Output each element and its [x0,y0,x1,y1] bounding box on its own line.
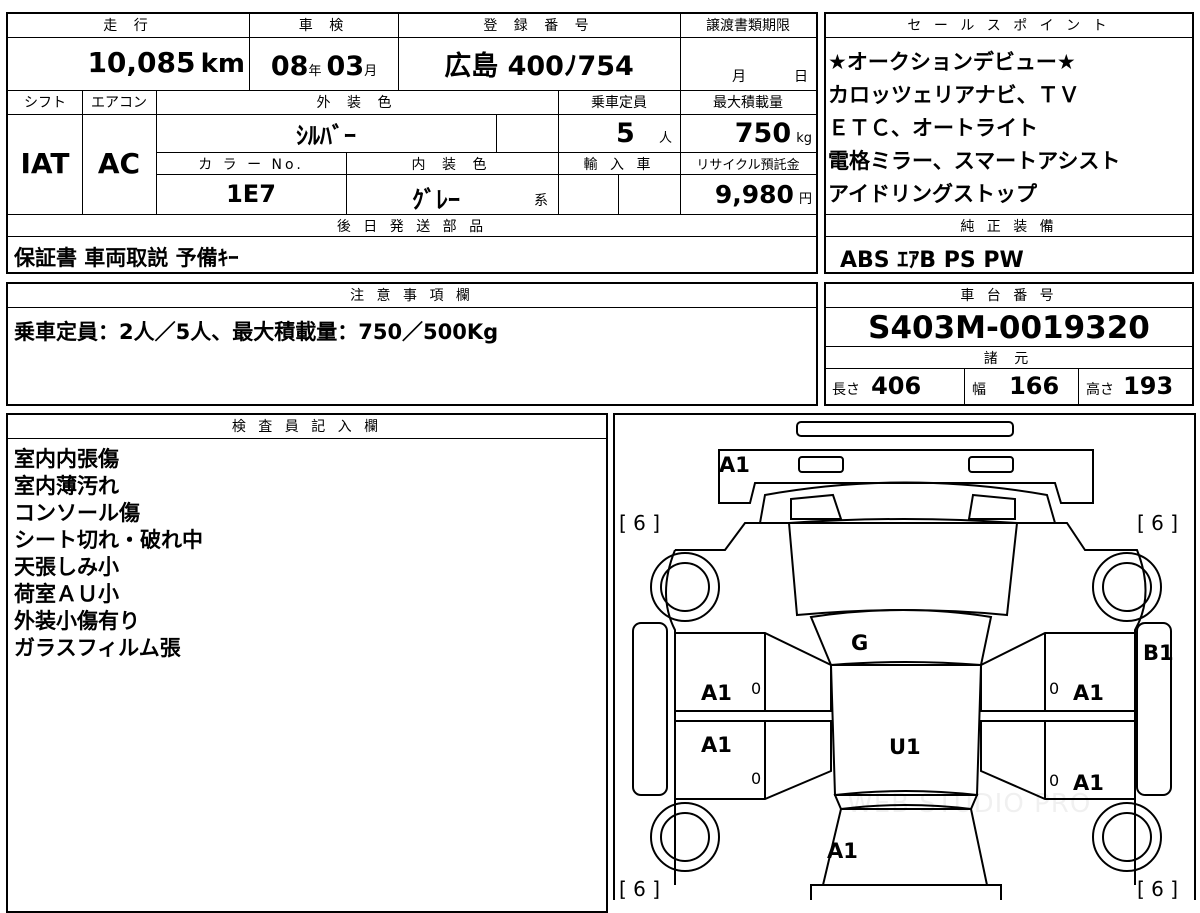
sales-point-line: ★オークションデビュー★ [828,50,1076,74]
right-side-damage: B1 [1143,641,1174,665]
sales-points-block: セ ー ル ス ポ イ ン ト ★オークションデビュー★ カロッツェリアナビ、Ｔ… [824,12,1194,274]
max-load-value: 750 [734,118,792,149]
color-no-value: 1E7 [226,180,276,208]
inspector-note: 天張しみ小 [14,555,119,579]
watermark: WEB STUDIO PRO [847,789,1092,819]
inspector-note: コンソール傷 [14,501,140,525]
windshield-damage: G [851,631,869,655]
chassis-number: S403M-0019320 [868,310,1150,346]
inspection-label: 車 検 [298,18,350,34]
car-damage-diagram: A1 [ 6 ] [ 6 ] [ 6 ] [ 6 ] G U1 A1 0 A1 … [613,413,1196,900]
transfer-day: 日 [794,69,808,85]
later-parts-value: 保証書 車両取説 予備ｷｰ [14,246,239,270]
tire-rear-right: [ 6 ] [1137,877,1179,900]
registration-label: 登 録 番 号 [483,18,595,34]
right-front-door-count: 0 [1049,679,1060,698]
inspector-block: 検 査 員 記 入 欄 室内内張傷 室内薄汚れ コンソール傷 シート切れ・破れ中… [6,413,608,913]
height-label: 高さ [1086,382,1114,398]
length-label: 長さ [832,382,860,398]
roof-damage: U1 [889,735,921,759]
chassis-label: 車 台 番 号 [826,285,1192,308]
color-no-label: カ ラ ー No. [198,157,304,173]
inspection-month: 03 [326,51,365,82]
inspection-year-unit: 年 [308,64,322,79]
rear-damage: A1 [827,839,858,863]
inspection-year: 08 [270,51,309,82]
inspector-note: 荷室ＡＵ小 [14,582,119,606]
left-rear-door-count: 0 [751,769,762,788]
import-label: 輸 入 車 [583,157,655,173]
length-value: 406 [871,372,922,400]
max-load-unit: kg [796,131,812,146]
transfer-month: 月 [732,69,746,85]
left-rear-door-damage: A1 [701,733,732,757]
inspection-month-unit: 月 [364,64,378,79]
ac-value: AC [97,147,141,180]
standard-equipment-label: 純 正 装 備 [960,219,1058,235]
left-front-door-damage: A1 [701,681,732,705]
sales-points-label: セ ー ル ス ポ イ ン ト [826,15,1192,38]
inspector-note: ガラスフィルム張 [14,636,181,660]
exterior-color-label: 外 装 色 [316,95,398,111]
notes-block: 注 意 事 項 欄 乗車定員：2人／5人、最大積載量：750／500Kg [6,282,818,406]
inspector-note: 外装小傷有り [14,609,140,633]
registration-value: 広島 400ﾉ754 [444,51,634,82]
transfer-deadline-label: 譲渡書類期限 [706,18,790,34]
standard-equipment-value: ABS ｴｱB PS PW [840,248,1024,273]
mileage-value: 10,085 [87,46,196,79]
capacity-unit: 人 [658,131,672,146]
later-parts-label: 後 日 発 送 部 品 [336,219,488,235]
tire-front-left: [ 6 ] [619,511,661,535]
sales-point-line: ＥＴＣ、オートライト [828,116,1038,140]
height-value: 193 [1123,372,1174,400]
shift-label: シフト [24,95,66,111]
capacity-value: 5 [616,118,635,149]
mileage-label: 走 行 [103,18,154,34]
inspector-note: 室内薄汚れ [14,474,119,498]
sales-point-line: カロッツェリアナビ、ＴＶ [828,83,1080,107]
recycle-unit: 円 [798,192,812,207]
left-front-door-count: 0 [751,679,762,698]
notes-label: 注 意 事 項 欄 [8,285,816,308]
notes-value: 乗車定員：2人／5人、最大積載量：750／500Kg [14,320,499,344]
chassis-block: 車 台 番 号 S403M-0019320 諸 元 長さ 406 幅 166 高… [824,282,1194,406]
sales-point-line: アイドリングストップ [828,182,1037,206]
exterior-color-value: ｼﾙﾊﾞｰ [296,122,356,150]
inspector-note: 室内内張傷 [14,447,119,471]
inspector-label: 検 査 員 記 入 欄 [8,416,606,439]
interior-color-value: ｸﾞﾚｰ [412,186,460,214]
tire-front-right: [ 6 ] [1137,511,1179,535]
recycle-value: 9,980 [714,180,794,209]
sales-point-line: 電格ミラー、スマートアシスト [828,149,1121,173]
interior-color-label: 内 装 色 [411,157,493,173]
right-rear-door-count: 0 [1049,771,1060,790]
mileage-unit: km [200,49,245,79]
car-outline [632,421,1172,900]
max-load-label: 最大積載量 [713,95,783,111]
right-front-door-damage: A1 [1073,681,1104,705]
tire-rear-left: [ 6 ] [619,877,661,900]
width-label: 幅 [972,382,986,398]
inspector-note: シート切れ・破れ中 [14,528,203,552]
shift-value: IAT [20,147,70,180]
capacity-label: 乗車定員 [591,95,647,111]
front-bumper-damage: A1 [719,453,750,477]
recycle-label: リサイクル預託金 [696,158,800,173]
ac-label: エアコン [91,95,147,111]
vehicle-info-block: 走 行 車 検 登 録 番 号 譲渡書類期限 10,085 km 08年 03月… [6,12,818,274]
width-value: 166 [1009,372,1060,400]
specs-label: 諸 元 [983,351,1035,367]
interior-color-suffix: 系 [534,193,548,209]
